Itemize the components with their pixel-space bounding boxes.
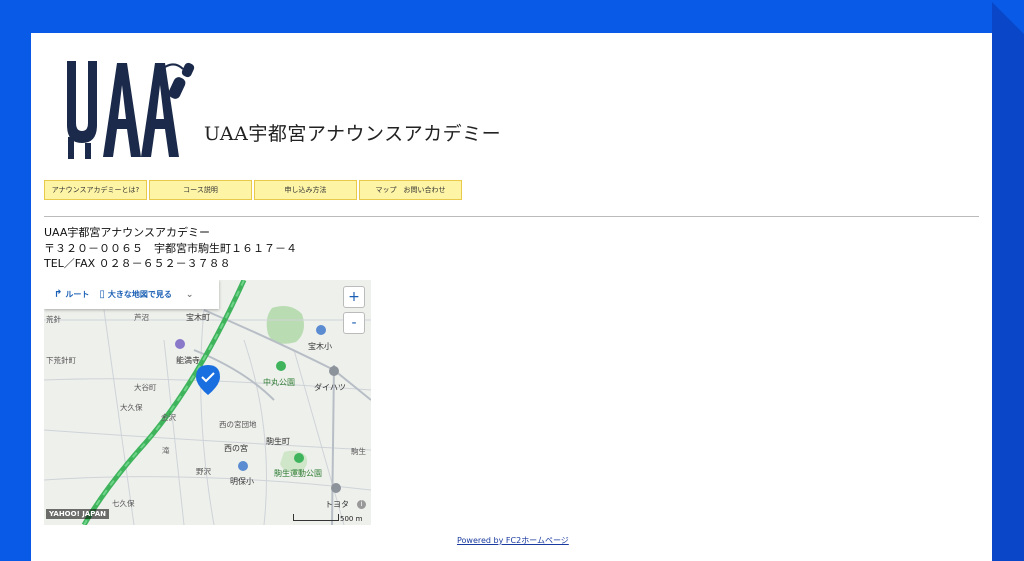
map-label: トヨタ <box>325 500 349 509</box>
map-label: 駒生町 <box>266 437 290 446</box>
route-label: ルート <box>65 290 90 299</box>
map-label: ダイハツ <box>314 383 346 392</box>
site-title: UAA宇都宮アナウンスアカデミー <box>204 123 502 145</box>
map-label: 西の宮 <box>224 444 248 453</box>
contact-info: UAA宇都宮アナウンスアカデミー 〒３２０－００６５ 宇都宮市駒生町１６１７－４… <box>44 225 297 272</box>
contact-name: UAA宇都宮アナウンスアカデミー <box>44 226 210 239</box>
map-label: 宝木町 <box>186 313 210 322</box>
route-arrow-icon: ↱ <box>54 289 63 300</box>
map-label: 野沢 <box>196 467 211 476</box>
map-label: 駒生運動公園 <box>274 469 322 478</box>
contact-tel-fax: TEL／FAX ０２８－６５２－３７８８ <box>44 257 231 270</box>
map-label: 大谷町 <box>134 383 157 392</box>
nav-apply[interactable]: 申し込み方法 <box>254 180 357 200</box>
map-label: 駒生 <box>351 447 366 456</box>
map-book-icon: ▯ <box>99 289 105 300</box>
map-label: 下荒針町 <box>46 356 76 365</box>
big-map-label: 大きな地図で見る <box>107 290 172 299</box>
zoom-out-button[interactable]: - <box>343 312 365 334</box>
map-label: 荒針 <box>46 315 61 324</box>
window-frame-bevel <box>990 0 1024 34</box>
embedded-map[interactable]: 宝木町 芦沼 荒針 能満寺 宝木小 中丸公園 ダイハツ 下荒針町 大谷町 大久保… <box>44 280 371 525</box>
contact-address: 〒３２０－００６５ 宇都宮市駒生町１６１７－４ <box>44 241 297 255</box>
page-content: UAA宇都宮アナウンスアカデミー アナウンスアカデミーとは? コース説明 申し込… <box>31 33 992 561</box>
main-nav: アナウンスアカデミーとは? コース説明 申し込み方法 マップ お問い合わせ <box>44 180 464 200</box>
uaa-logo <box>65 57 197 161</box>
map-label: 宝木小 <box>308 342 332 351</box>
nav-courses[interactable]: コース説明 <box>149 180 252 200</box>
map-scale-bar <box>293 514 339 521</box>
yahoo-logo[interactable]: YAHOO! JAPAN <box>46 509 109 519</box>
zoom-in-button[interactable]: + <box>343 286 365 308</box>
map-label: 芦沼 <box>134 313 149 322</box>
big-map-button[interactable]: ▯ 大きな地図で見る <box>99 289 172 300</box>
map-label: 金沢 <box>161 413 176 422</box>
route-button[interactable]: ↱ ルート <box>54 289 89 300</box>
divider <box>44 216 979 217</box>
map-label: 中丸公園 <box>263 378 295 387</box>
map-label: 明保小 <box>230 477 254 486</box>
powered-by-link[interactable]: Powered by FC2ホームページ <box>457 535 569 546</box>
map-label: 西の宮団地 <box>219 420 257 429</box>
map-label: 大久保 <box>120 403 143 412</box>
map-toolbar: ↱ ルート ▯ 大きな地図で見る ⌄ <box>44 280 219 309</box>
chevron-down-icon[interactable]: ⌄ <box>186 290 194 300</box>
map-label: 七久保 <box>112 499 135 508</box>
nav-about[interactable]: アナウンスアカデミーとは? <box>44 180 147 200</box>
nav-map-contact[interactable]: マップ お問い合わせ <box>359 180 462 200</box>
window-frame-right <box>992 0 1024 561</box>
map-label: 能満寺 <box>176 356 200 365</box>
map-label: 滝 <box>162 446 170 455</box>
map-scale-label: 500 m <box>340 515 363 523</box>
info-icon[interactable]: i <box>357 500 366 509</box>
